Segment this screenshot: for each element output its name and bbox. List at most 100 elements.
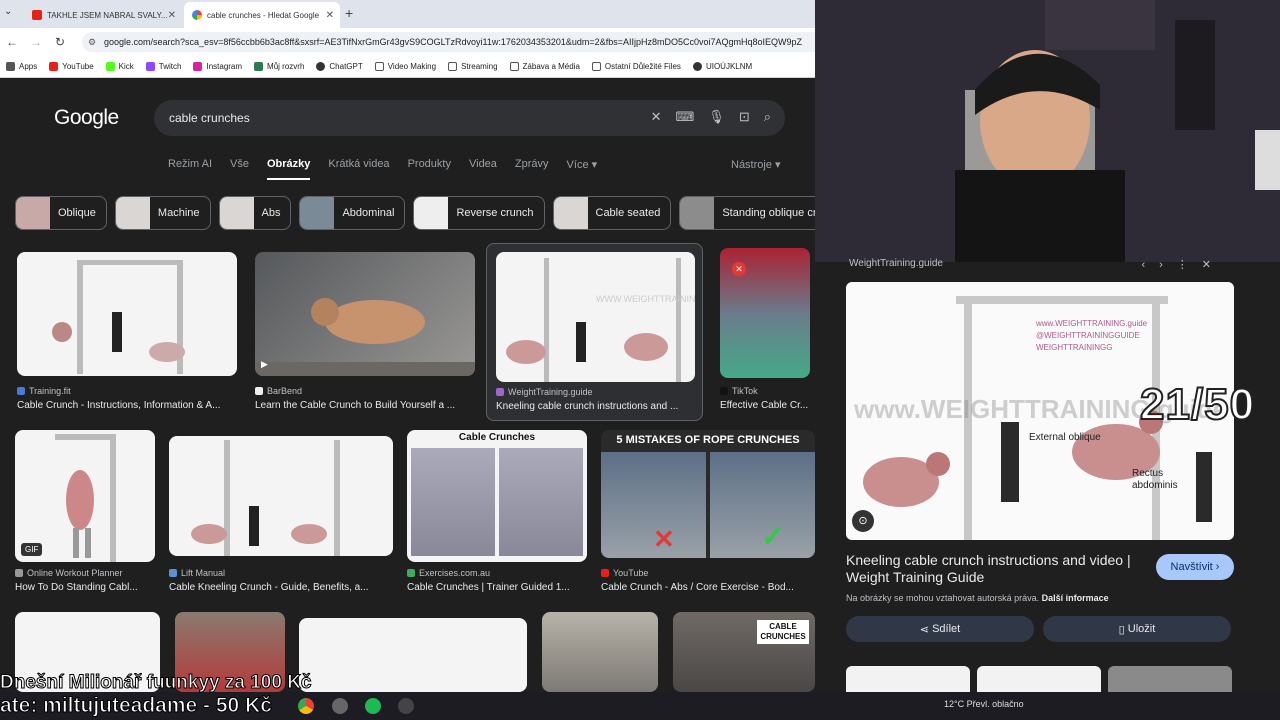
bookmark-kick[interactable]: Kick	[105, 62, 134, 71]
bookmark-apps[interactable]: Apps	[6, 62, 37, 71]
share-button[interactable]: ⋖ Sdílet	[846, 616, 1034, 642]
tab-products[interactable]: Produkty	[408, 158, 451, 180]
result-image[interactable]: Cable Crunches	[407, 430, 587, 562]
image-result[interactable]: GIF Online Workout Planner How To Do Sta…	[15, 430, 155, 598]
tab-ai-mode[interactable]: Režim AI	[168, 158, 212, 180]
more-icon[interactable]: ⋮	[1177, 259, 1202, 271]
result-title[interactable]: How To Do Standing Cabl...	[15, 582, 155, 593]
tab-short-videos[interactable]: Krátká videa	[328, 158, 389, 180]
forward-icon[interactable]: →	[24, 35, 48, 49]
image-result[interactable]	[299, 618, 527, 692]
image-result[interactable]: 5 MISTAKES OF ROPE CRUNCHES ✕ ✓ YouTube …	[601, 430, 815, 598]
result-image[interactable]: CABLE CRUNCHES	[673, 612, 815, 692]
close-icon[interactable]: ✕	[168, 10, 176, 21]
tab-videos[interactable]: Videa	[469, 158, 497, 180]
result-image[interactable]: GIF	[15, 430, 155, 562]
result-title[interactable]: Cable Crunch - Instructions, Information…	[17, 400, 237, 411]
preview-title[interactable]: Kneeling cable crunch instructions and v…	[846, 552, 1146, 586]
new-tab-icon[interactable]: +	[345, 5, 353, 21]
bookmark-instagram[interactable]: Instagram	[193, 62, 242, 71]
related-image[interactable]	[846, 666, 970, 692]
result-image[interactable]	[17, 252, 237, 376]
result-title[interactable]: Cable Crunches | Trainer Guided 1...	[407, 582, 587, 593]
chrome-icon[interactable]	[298, 698, 314, 714]
result-image[interactable]: ▶	[255, 252, 475, 376]
back-icon[interactable]: ←	[0, 35, 24, 49]
prev-icon[interactable]: ‹	[1141, 259, 1159, 271]
result-title[interactable]: Effective Cable Cr...	[720, 400, 815, 411]
next-icon[interactable]: ›	[1159, 259, 1177, 271]
image-result[interactable]: Cable Crunches Exercises.com.au Cable Cr…	[407, 430, 587, 598]
site-favicon	[407, 569, 415, 577]
result-image[interactable]	[169, 436, 393, 556]
image-result[interactable]: ▶ BarBend Learn the Cable Crunch to Buil…	[255, 252, 475, 414]
result-title[interactable]: Cable Crunch - Abs / Core Exercise - Bod…	[601, 582, 815, 593]
chip-cable-seated[interactable]: Cable seated	[552, 196, 672, 230]
browser-navbar: ← → ↻ ⚙ google.com/search?sca_esv=8f56cc…	[0, 28, 822, 56]
chip-abdominal[interactable]: Abdominal	[299, 196, 406, 230]
result-image[interactable]: WWW.WEIGHTTRAINING	[496, 252, 695, 382]
address-bar[interactable]: ⚙ google.com/search?sca_esv=8f56ccbb6b3a…	[82, 32, 822, 52]
related-image[interactable]	[977, 666, 1101, 692]
close-icon[interactable]: ✕	[1202, 259, 1225, 271]
tab-google[interactable]: cable crunches - Hledat Google ✕	[184, 2, 340, 28]
result-image[interactable]: 5 MISTAKES OF ROPE CRUNCHES ✕ ✓	[601, 430, 815, 558]
preview-site[interactable]: WeightTraining.guide	[849, 258, 943, 269]
bookmark-streaming[interactable]: Streaming	[448, 62, 498, 71]
chip-oblique[interactable]: Oblique	[15, 196, 107, 230]
image-result[interactable]: ✕ TikTok Effective Cable Cr...	[720, 248, 815, 414]
bookmark-chatgpt[interactable]: ChatGPT	[316, 62, 363, 71]
tab-news[interactable]: Zprávy	[515, 158, 549, 180]
tab-all[interactable]: Vše	[230, 158, 249, 180]
result-source: Lift Manual	[181, 568, 226, 578]
image-result-selected[interactable]: WWW.WEIGHTTRAINING WeightTraining.guide …	[486, 243, 703, 421]
chip-abs[interactable]: Abs	[218, 196, 292, 230]
image-result[interactable]: Lift Manual Cable Kneeling Crunch - Guid…	[169, 430, 393, 598]
result-title[interactable]: Learn the Cable Crunch to Build Yourself…	[255, 400, 475, 411]
spotify-icon[interactable]	[365, 698, 381, 714]
result-image[interactable]: ✕	[720, 248, 810, 378]
chip-standing-oblique[interactable]: Standing oblique crun	[679, 196, 815, 230]
result-image[interactable]	[542, 612, 658, 692]
close-icon[interactable]: ✕	[326, 10, 334, 21]
lens-icon[interactable]: ⊡	[739, 109, 750, 125]
result-title[interactable]: Kneeling cable crunch instructions and .…	[496, 401, 696, 412]
tab-images[interactable]: Obrázky	[266, 158, 311, 180]
obs-icon[interactable]	[332, 698, 348, 714]
clear-icon[interactable]: ✕	[651, 109, 662, 125]
related-image[interactable]	[1108, 666, 1232, 692]
tab-youtube[interactable]: TAKHLE JSEM NABRAL SVALY... ✕	[24, 2, 182, 28]
search-icon[interactable]: ⌕	[764, 109, 771, 125]
microphone-icon[interactable]: 🎙	[708, 109, 725, 125]
tools-menu[interactable]: Nástroje ▾	[731, 158, 781, 171]
calendar-icon	[254, 62, 264, 71]
chip-machine[interactable]: Machine	[114, 196, 211, 230]
keyboard-icon[interactable]: ⌨	[676, 109, 695, 125]
bookmark-zabava[interactable]: Zábava a Média	[509, 62, 580, 71]
visit-button[interactable]: Navštívit ›	[1156, 554, 1234, 580]
bookmark-uio[interactable]: UIOÚJKLNM	[692, 62, 752, 71]
reload-icon[interactable]: ↻	[48, 35, 72, 49]
chip-reverse-crunch[interactable]: Reverse crunch	[413, 196, 545, 230]
tab-search-icon[interactable]: ⌄	[4, 6, 12, 17]
search-input[interactable]: cable crunches ✕ ⌨ 🎙 ⊡ ⌕	[154, 100, 785, 136]
image-result[interactable]	[542, 612, 658, 692]
bookmark-youtube[interactable]: YouTube	[49, 62, 94, 71]
app-icon[interactable]	[398, 698, 414, 714]
tab-more[interactable]: Více ▾	[567, 158, 598, 180]
bookmark-rozvrh[interactable]: Můj rozvrh	[254, 62, 304, 71]
lens-icon[interactable]: ⊙	[852, 510, 874, 532]
bookmark-ostatni[interactable]: Ostatní Důležité Files	[591, 62, 681, 71]
bookmark-video-making[interactable]: Video Making	[374, 62, 436, 71]
google-icon	[192, 10, 202, 20]
bookmark-twitch[interactable]: Twitch	[145, 62, 181, 71]
weather-widget[interactable]: 12°C Převl. oblačno	[944, 699, 1024, 709]
image-result[interactable]: Training.fit Cable Crunch - Instructions…	[17, 252, 237, 414]
result-title[interactable]: Cable Kneeling Crunch - Guide, Benefits,…	[169, 582, 393, 593]
image-result[interactable]: CABLE CRUNCHES	[673, 612, 815, 692]
save-button[interactable]: ▯ Uložit	[1043, 616, 1231, 642]
result-image[interactable]	[299, 618, 527, 692]
google-logo[interactable]: Google	[54, 106, 119, 130]
more-info-link[interactable]: Další informace	[1042, 593, 1109, 603]
site-info-icon[interactable]: ⚙	[88, 37, 96, 48]
